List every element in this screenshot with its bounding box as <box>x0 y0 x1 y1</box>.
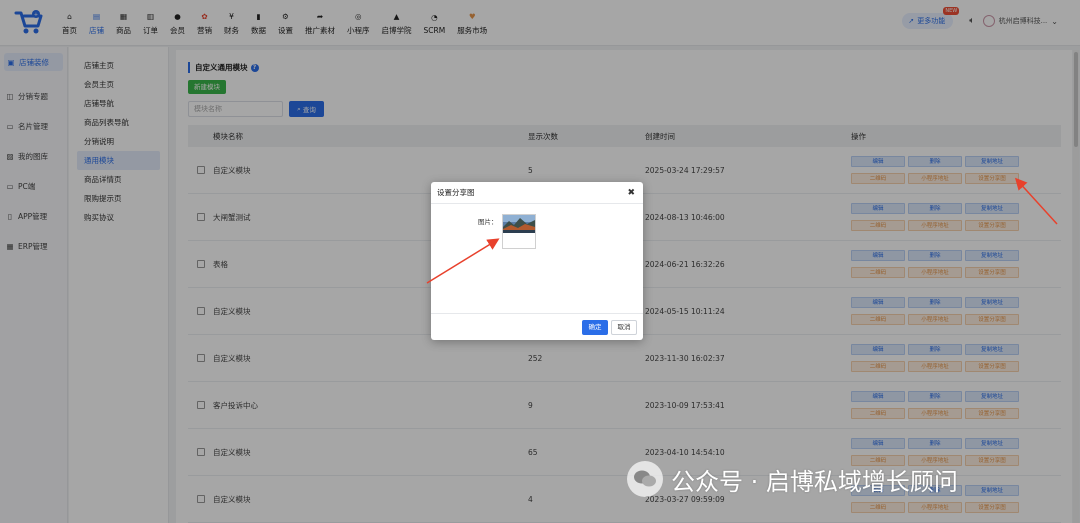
confirm-button[interactable]: 确定 <box>582 320 608 335</box>
landscape-thumbnail <box>503 215 535 233</box>
watermark-text: 公众号 · 启博私域增长顾问 <box>671 467 958 496</box>
share-image-upload[interactable] <box>502 214 536 249</box>
share-image-dialog: 设置分享图 ✖ 图片： 确定 取消 <box>431 182 643 340</box>
image-label: 图片： <box>478 218 498 226</box>
cancel-button[interactable]: 取消 <box>611 320 637 335</box>
wechat-icon <box>627 461 663 497</box>
close-icon[interactable]: ✖ <box>627 188 635 198</box>
watermark: 公众号 · 启博私域增长顾问 <box>627 461 958 497</box>
dialog-title: 设置分享图 <box>437 188 475 197</box>
